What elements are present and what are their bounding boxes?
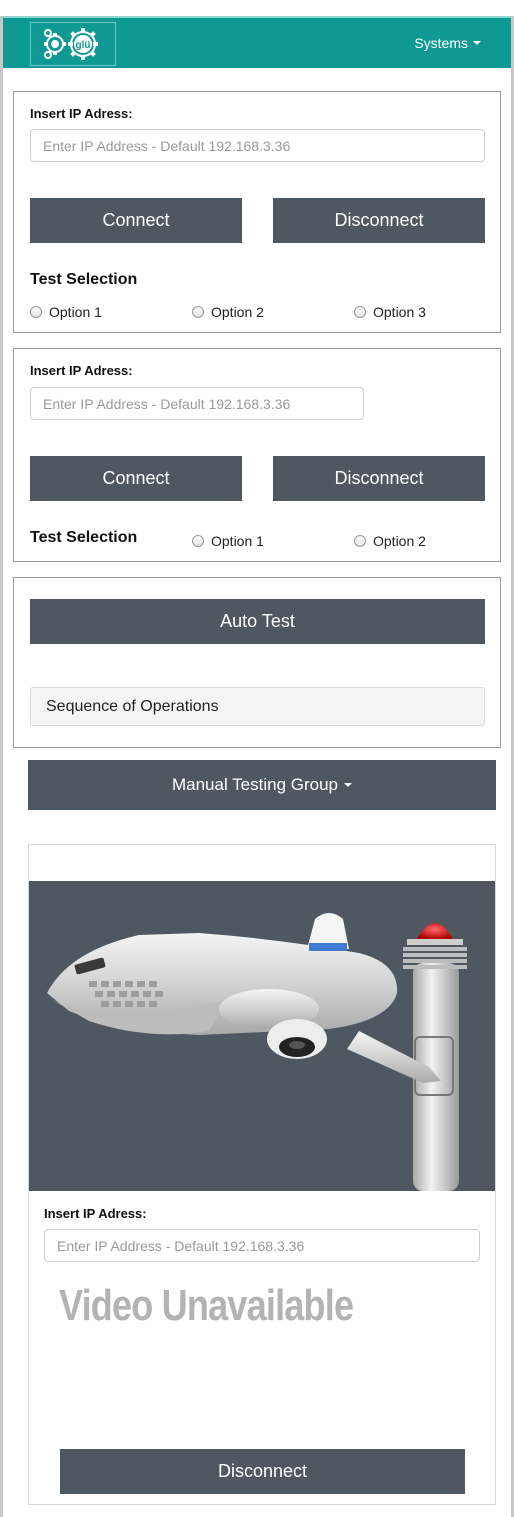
manual-testing-group-label: Manual Testing Group bbox=[171, 775, 338, 794]
option-label: Option 2 bbox=[211, 304, 264, 320]
ip-label: Insert IP Adress: bbox=[44, 1206, 147, 1221]
option-2-radio[interactable]: Option 2 bbox=[354, 533, 426, 549]
option-label: Option 1 bbox=[211, 533, 264, 549]
video-unavailable-text: Video Unavailable bbox=[59, 1281, 354, 1330]
option-label: Option 1 bbox=[49, 304, 102, 320]
radio-circle-icon bbox=[354, 535, 366, 547]
navbar: glü Systems bbox=[3, 16, 511, 68]
option-2-radio[interactable]: Option 2 bbox=[192, 304, 264, 320]
camera-card: Insert IP Adress: Video Unavailable Disc… bbox=[28, 844, 496, 1505]
auto-test-panel: Auto Test Sequence of Operations bbox=[13, 577, 501, 748]
option-label: Option 2 bbox=[373, 533, 426, 549]
gear-logo-icon: glü bbox=[44, 28, 98, 60]
connection-panel-2: Insert IP Adress: Connect Disconnect Tes… bbox=[13, 348, 501, 562]
option-label: Option 3 bbox=[373, 304, 426, 320]
ip-label: Insert IP Adress: bbox=[30, 106, 133, 121]
radio-circle-icon bbox=[192, 535, 204, 547]
logo[interactable]: glü bbox=[30, 22, 116, 66]
sequence-of-operations[interactable]: Sequence of Operations bbox=[30, 687, 485, 726]
ip-input[interactable] bbox=[30, 387, 364, 420]
streetlight-camera-image bbox=[47, 913, 467, 1191]
svg-text:glü: glü bbox=[76, 40, 91, 51]
test-selection-heading: Test Selection bbox=[30, 271, 138, 288]
radio-circle-icon bbox=[192, 306, 204, 318]
option-1-radio[interactable]: Option 1 bbox=[30, 304, 102, 320]
auto-test-button[interactable]: Auto Test bbox=[30, 599, 485, 644]
caret-down-icon bbox=[344, 783, 352, 787]
systems-label: Systems bbox=[414, 35, 468, 51]
disconnect-button[interactable]: Disconnect bbox=[273, 456, 485, 501]
page-top-margin bbox=[0, 0, 514, 16]
manual-testing-group-dropdown[interactable]: Manual Testing Group bbox=[28, 760, 496, 810]
page-left-border bbox=[0, 16, 3, 1517]
test-selection-heading: Test Selection bbox=[30, 529, 138, 546]
radio-circle-icon bbox=[30, 306, 42, 318]
connect-button[interactable]: Connect bbox=[30, 198, 242, 243]
connect-button[interactable]: Connect bbox=[30, 456, 242, 501]
disconnect-button[interactable]: Disconnect bbox=[60, 1449, 465, 1494]
caret-down-icon bbox=[473, 41, 481, 45]
option-3-radio[interactable]: Option 3 bbox=[354, 304, 426, 320]
streetlight-camera-illustration bbox=[29, 881, 495, 1191]
option-1-radio[interactable]: Option 1 bbox=[192, 533, 264, 549]
ip-input[interactable] bbox=[30, 129, 485, 162]
systems-dropdown[interactable]: Systems bbox=[414, 35, 481, 51]
connection-panel-1: Insert IP Adress: Connect Disconnect Tes… bbox=[13, 91, 501, 333]
ip-label: Insert IP Adress: bbox=[30, 363, 133, 378]
disconnect-button[interactable]: Disconnect bbox=[273, 198, 485, 243]
ip-input[interactable] bbox=[44, 1229, 480, 1262]
radio-circle-icon bbox=[354, 306, 366, 318]
